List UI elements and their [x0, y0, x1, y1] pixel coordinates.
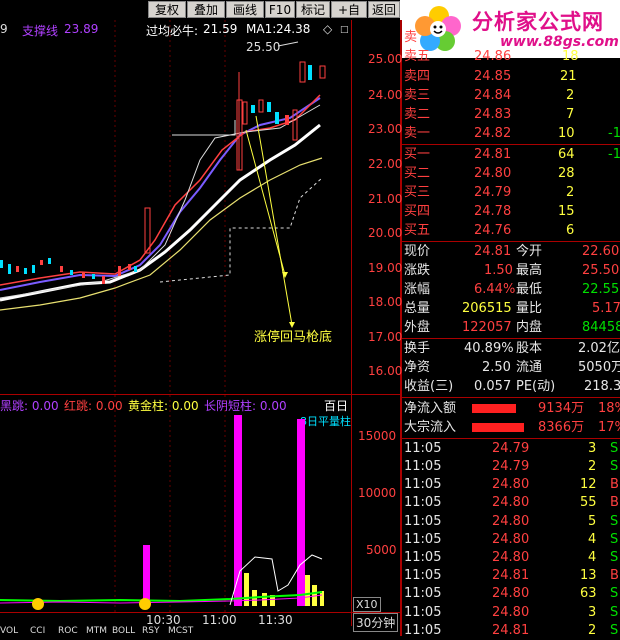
time-tick-1030: 10:30 [146, 613, 181, 627]
draw-line-button[interactable]: 画线 [226, 1, 264, 18]
period-selector[interactable]: 30分钟 [353, 613, 399, 632]
price-tick-25: 25.00 [368, 52, 403, 66]
volume-tick-10000: 10000 [358, 486, 397, 500]
volume-chart[interactable] [0, 395, 351, 612]
price-tick-17: 17.00 [368, 330, 403, 344]
price-tick-19: 19.00 [368, 261, 403, 275]
tab-mtm[interactable]: MTM [86, 626, 107, 636]
price-tick-21: 21.00 [368, 192, 403, 206]
price-tick-16: 16.00 [368, 364, 403, 378]
overlay-button[interactable]: 叠加 [187, 1, 225, 18]
tick-row: 11:05 24.80 4 S [404, 550, 619, 565]
buy-row-1: 买一 24.81 64 -1 [404, 147, 620, 162]
volume-tick-5000: 5000 [366, 543, 397, 557]
quote-row-volume: 总量 206515 量比 5.17 [404, 301, 620, 316]
restore-right-button[interactable]: 复权 [148, 1, 186, 18]
book-divider [402, 144, 620, 145]
tick-row: 11:05 24.80 63 S [404, 586, 619, 602]
price-tick-22: 22.00 [368, 157, 403, 171]
quote2-divider [402, 338, 620, 339]
sell-row-5: 卖五 24.86 18 [404, 49, 579, 64]
flow-row-block: 大宗流入 8366万 17% [404, 420, 620, 435]
flow-divider [402, 397, 620, 398]
f10-button[interactable]: F10 [265, 1, 295, 18]
price-tick-23: 23.00 [368, 122, 403, 136]
dashed-support-line [159, 177, 323, 283]
chart-right-border [351, 20, 352, 626]
annotation-label: 涨停回马枪底 [254, 330, 333, 345]
tick-row: 11:05 24.81 2 S [404, 622, 619, 638]
tab-cci[interactable]: CCI [30, 626, 45, 636]
peak-price-label: 25.50 [246, 40, 281, 54]
back-button[interactable]: 返回 [368, 1, 400, 18]
mark-button[interactable]: 标记 [296, 1, 330, 18]
sell-row-1: 卖一 24.82 10 -1 [404, 126, 620, 141]
quote2-row-turnover: 换手 40.89% 股本 2.02亿 [404, 341, 620, 356]
toolbar: 复权 叠加 画线 F10 标记 +自选 返回 [0, 0, 400, 34]
ticks-divider [402, 438, 620, 439]
candles [0, 61, 326, 284]
volume-x10-label: X10 [353, 597, 381, 612]
tick-row: 11:05 24.81 13 B [404, 568, 619, 584]
buy-row-2: 买二 24.80 28 [404, 166, 575, 181]
tick-row-top: 11:05 24.79 3 S [404, 441, 619, 456]
tab-mcst[interactable]: MCST [168, 626, 193, 636]
quote2-row-netassets: 净资 2.50 流通 5050万 [404, 360, 620, 375]
tick-row: 11:05 24.80 55 B [404, 495, 619, 511]
buy-row-5: 买五 24.76 6 [404, 223, 575, 238]
tick-row: 11:05 24.80 4 S [404, 531, 619, 547]
tick-row: 11:05 24.79 2 S [404, 459, 619, 474]
price-tick-24: 24.00 [368, 88, 403, 102]
sell-row-2: 卖二 24.83 7 [404, 107, 575, 122]
buy-row-3: 买三 24.79 2 [404, 185, 575, 200]
tab-vol[interactable]: VOL [0, 626, 18, 636]
quote-row-outer: 外盘 122057 内盘 84458 [404, 320, 620, 335]
sell-row-3: 卖三 24.84 2 [404, 88, 575, 103]
tab-roc[interactable]: ROC [58, 626, 78, 636]
bottom-divider [0, 612, 400, 613]
ma-line-white [0, 123, 321, 302]
sell-row-4: 卖四 24.85 21 [404, 69, 577, 84]
quote-row-pct: 涨幅 6.44% 最低 22.55 [404, 282, 620, 297]
flow-row-net: 净流入额 9134万 18% [404, 401, 620, 416]
support-step-line [172, 120, 236, 136]
ma-line-white-thin [0, 104, 321, 299]
tab-boll[interactable]: BOLL [112, 626, 135, 636]
volume-tick-15000: 15000 [358, 429, 397, 443]
price-tick-20: 20.00 [368, 226, 403, 240]
tick-row: 11:05 24.80 12 B [404, 477, 619, 493]
time-tick-1100: 11:00 [202, 613, 237, 627]
tick-row: 11:05 24.80 3 S [404, 604, 619, 620]
quote-row-change: 涨跌 1.50 最高 25.50 [404, 263, 620, 278]
time-tick-1130: 11:30 [258, 613, 293, 627]
quote2-row-earnings: 收益(三) 0.057 PE(动) 218.3 [404, 379, 620, 394]
tick-row: 11:05 24.80 5 S [404, 513, 619, 529]
price-tick-18: 18.00 [368, 295, 403, 309]
add-watchlist-button[interactable]: +自选 [331, 1, 367, 34]
sell-header: 卖 [404, 30, 418, 45]
quote-row-price: 现价 24.81 今开 22.60 [404, 244, 620, 259]
quote-divider [402, 241, 620, 242]
tab-rsy[interactable]: RSY [142, 626, 159, 636]
buy-row-4: 买四 24.78 15 [404, 204, 575, 219]
